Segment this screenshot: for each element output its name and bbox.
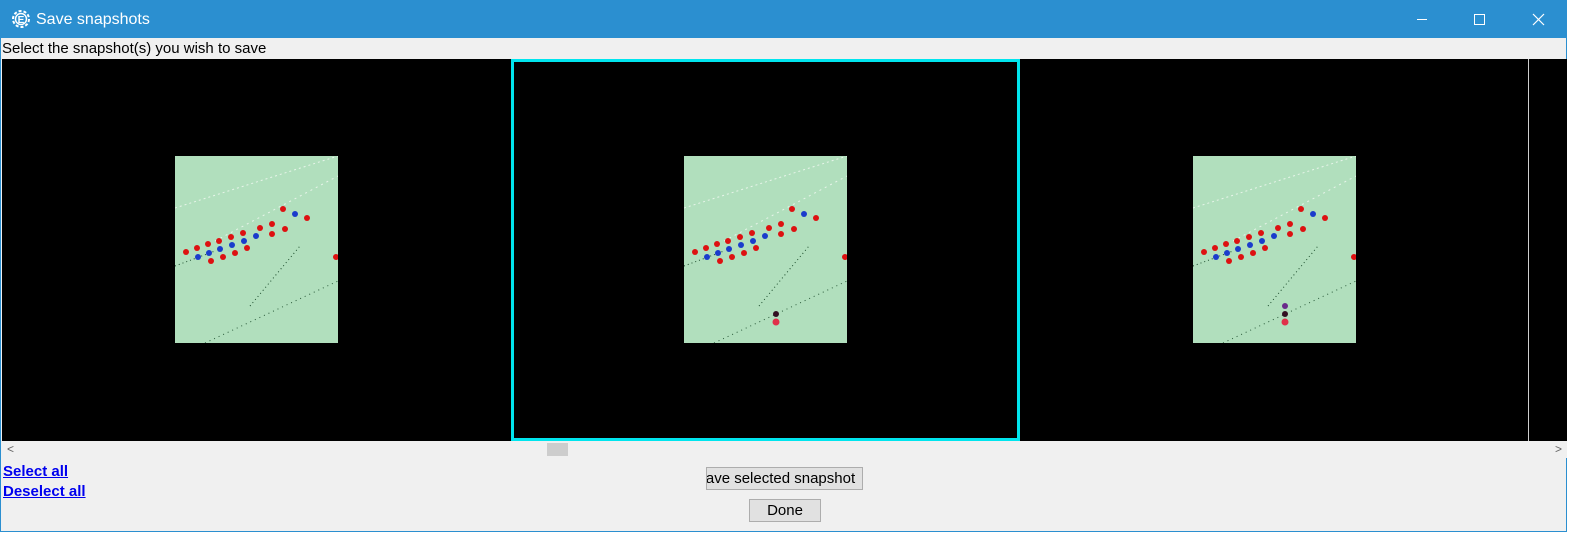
maximize-button[interactable] — [1451, 1, 1509, 38]
snapshot-divider — [1528, 59, 1529, 441]
gear-e-icon: E — [12, 10, 30, 28]
snapshot-thumbnail — [1193, 156, 1356, 343]
select-all-link[interactable]: Select all — [3, 463, 68, 480]
save-selected-button[interactable]: ave selected snapshot — [706, 467, 863, 490]
instruction-text: Select the snapshot(s) you wish to save — [2, 40, 267, 57]
deselect-all-link[interactable]: Deselect all — [3, 483, 86, 500]
snapshot-strip — [2, 59, 1567, 441]
window-title: Save snapshots — [36, 11, 150, 28]
close-button[interactable] — [1509, 1, 1567, 38]
maximize-icon — [1474, 14, 1485, 25]
scroll-left-button[interactable]: < — [2, 441, 19, 458]
save-snapshots-window: E Save snapshots Select the snapshot(s) … — [0, 0, 1567, 532]
done-button[interactable]: Done — [749, 499, 821, 522]
minimize-button[interactable] — [1393, 1, 1451, 38]
snapshot-item-2[interactable] — [511, 59, 1020, 441]
close-icon — [1532, 13, 1545, 26]
save-selected-label: ave selected snapshot — [706, 470, 856, 487]
title-bar[interactable]: E Save snapshots — [1, 1, 1566, 38]
snapshot-thumbnail — [684, 156, 847, 343]
svg-text:E: E — [18, 15, 25, 26]
snapshot-thumbnail — [175, 156, 338, 343]
scroll-right-button[interactable]: > — [1550, 441, 1567, 458]
snapshot-item-3[interactable] — [1020, 59, 1529, 441]
scroll-thumb[interactable] — [547, 443, 568, 456]
snapshot-item-1[interactable] — [2, 59, 511, 441]
minimize-icon — [1417, 19, 1427, 20]
horizontal-scrollbar[interactable]: < > — [2, 441, 1567, 458]
